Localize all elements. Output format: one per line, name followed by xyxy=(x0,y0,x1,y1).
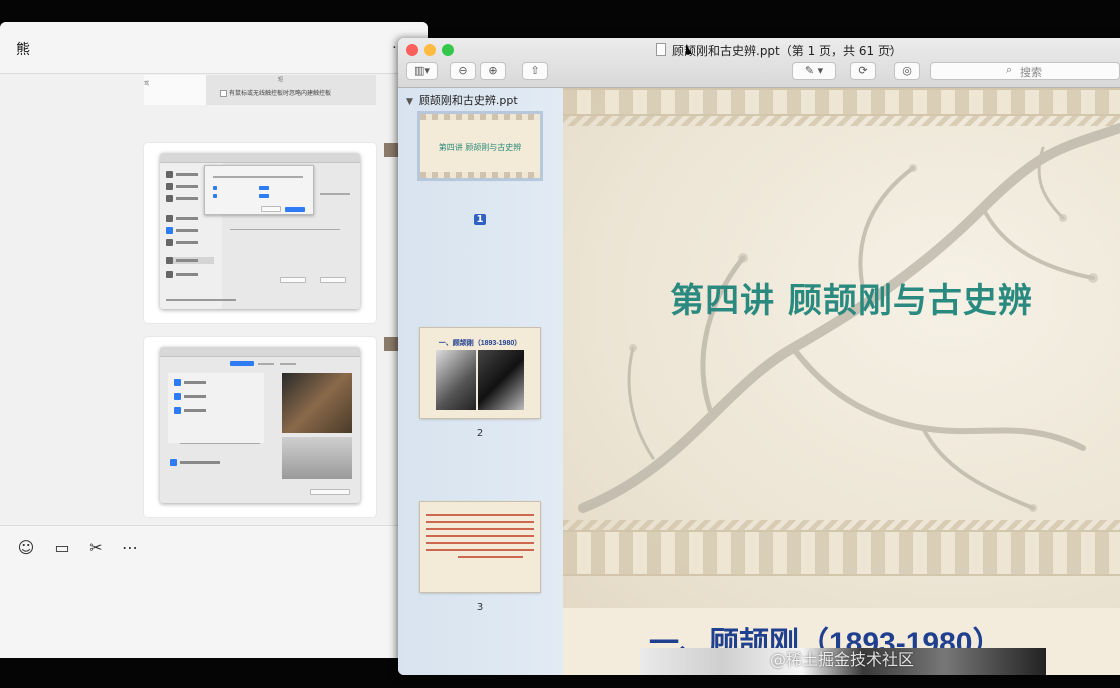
page-thumbnail-3[interactable] xyxy=(420,502,540,592)
page-thumbnail-2[interactable]: 一、顾颉刚（1893-1980） xyxy=(420,328,540,418)
mini-options xyxy=(168,373,264,443)
zoom-button[interactable] xyxy=(442,44,454,56)
document-icon xyxy=(656,43,666,56)
pen-icon[interactable]: ✎ ▾ xyxy=(792,62,836,80)
page-number: 1 xyxy=(474,214,486,225)
sidebar-document-name: 顾颉刚和古史辨.ppt xyxy=(418,94,518,107)
chat-bubble-icon[interactable]: ⋯ xyxy=(120,538,140,558)
annotate-icon[interactable]: ◎ xyxy=(894,62,920,80)
mini-titlebar xyxy=(160,153,360,163)
screenshot-fragment-top-label: 短 xyxy=(278,77,284,83)
image-message[interactable] xyxy=(144,337,376,517)
chat-input-toolbar: ☺ ▭ ✂ ⋯ xyxy=(0,525,428,658)
share-icon[interactable]: ⇧ xyxy=(522,62,548,80)
window-title[interactable]: 顾颉刚和古史辨.ppt（第 1 页，共 61 页） xyxy=(672,42,902,59)
watermark: @稀土掘金技术社区 xyxy=(770,650,915,669)
search-icon: ⌕ xyxy=(1006,63,1013,76)
slide-1: 第四讲 顾颉刚与古史辨 xyxy=(563,88,1120,608)
avatar[interactable] xyxy=(384,143,398,157)
avatar[interactable] xyxy=(384,337,398,351)
close-button[interactable] xyxy=(406,44,418,56)
image-message[interactable] xyxy=(144,143,376,323)
rotate-icon[interactable]: ⟳ xyxy=(850,62,876,80)
sidebar-icon[interactable]: ▥▾ xyxy=(406,62,438,80)
decorative-border xyxy=(563,520,1120,530)
decorative-border xyxy=(563,530,1120,576)
folder-icon[interactable]: ▭ xyxy=(52,538,72,558)
scissors-icon[interactable]: ✂ xyxy=(86,538,106,558)
document-view[interactable]: 第四讲 顾颉刚与古史辨 一、顾颉刚（1893-1980） xyxy=(563,88,1120,675)
minimize-button[interactable] xyxy=(424,44,436,56)
screenshot-fragment-label: 驾 xyxy=(144,81,150,87)
mini-dialog xyxy=(204,165,314,215)
desktop: 熊 … 驾 短 有鼠标或无线触控板时忽略内建触控板 xyxy=(0,0,1120,688)
page-thumbnail-1[interactable]: 第四讲 顾颉刚与古史辨 xyxy=(420,114,540,178)
mini-video-preview xyxy=(282,373,352,433)
mini-tabs xyxy=(220,361,300,367)
chat-header: 熊 … xyxy=(0,22,428,74)
mini-gesture-preview xyxy=(282,437,352,479)
checkbox-icon xyxy=(220,90,227,97)
search-placeholder: 搜索 xyxy=(1020,66,1042,79)
thumbnail-photo xyxy=(478,350,524,410)
preview-window: 顾颉刚和古史辨.ppt（第 1 页，共 61 页） ⌄ ▥▾ ⊖ ⊕ ⇧ ✎ ▾… xyxy=(398,38,1120,675)
thumbnail-photo xyxy=(436,350,476,410)
screenshot-thumbnail xyxy=(160,347,360,503)
chat-title: 熊 xyxy=(16,42,30,58)
thumbnail-sidebar[interactable]: ▼ 顾颉刚和古史辨.ppt 第四讲 顾颉刚与古史辨 1 一、顾颉刚（1893-19… xyxy=(398,88,563,675)
zoom-out-icon[interactable]: ⊖ xyxy=(450,62,476,80)
chevron-down-icon[interactable]: ⌄ xyxy=(886,42,894,53)
window-titlebar: 顾颉刚和古史辨.ppt（第 1 页，共 61 页） ⌄ ▥▾ ⊖ ⊕ ⇧ ✎ ▾… xyxy=(398,38,1120,88)
page-number: 3 xyxy=(476,602,484,613)
disclosure-triangle-icon[interactable]: ▼ xyxy=(406,97,413,107)
emoji-icon[interactable]: ☺ xyxy=(16,538,36,558)
thumbnail-title: 一、顾颉刚（1893-1980） xyxy=(438,340,522,347)
page-number: 2 xyxy=(476,428,484,439)
thumbnail-title: 第四讲 顾颉刚与古史辨 xyxy=(438,143,522,152)
mini-titlebar xyxy=(160,347,360,357)
slide-title: 第四讲 顾颉刚与古史辨 xyxy=(670,281,1033,321)
chat-message-area[interactable]: 驾 短 有鼠标或无线触控板时忽略内建触控板 xyxy=(0,75,428,525)
mouse-cursor-icon xyxy=(686,44,692,54)
screenshot-thumbnail xyxy=(160,153,360,309)
screenshot-fragment-text: 有鼠标或无线触控板时忽略内建触控板 xyxy=(229,90,332,97)
sidebar-document-item[interactable]: ▼ 顾颉刚和古史辨.ppt xyxy=(406,92,518,108)
chat-window: 熊 … 驾 短 有鼠标或无线触控板时忽略内建触控板 xyxy=(0,22,428,658)
zoom-in-icon[interactable]: ⊕ xyxy=(480,62,506,80)
